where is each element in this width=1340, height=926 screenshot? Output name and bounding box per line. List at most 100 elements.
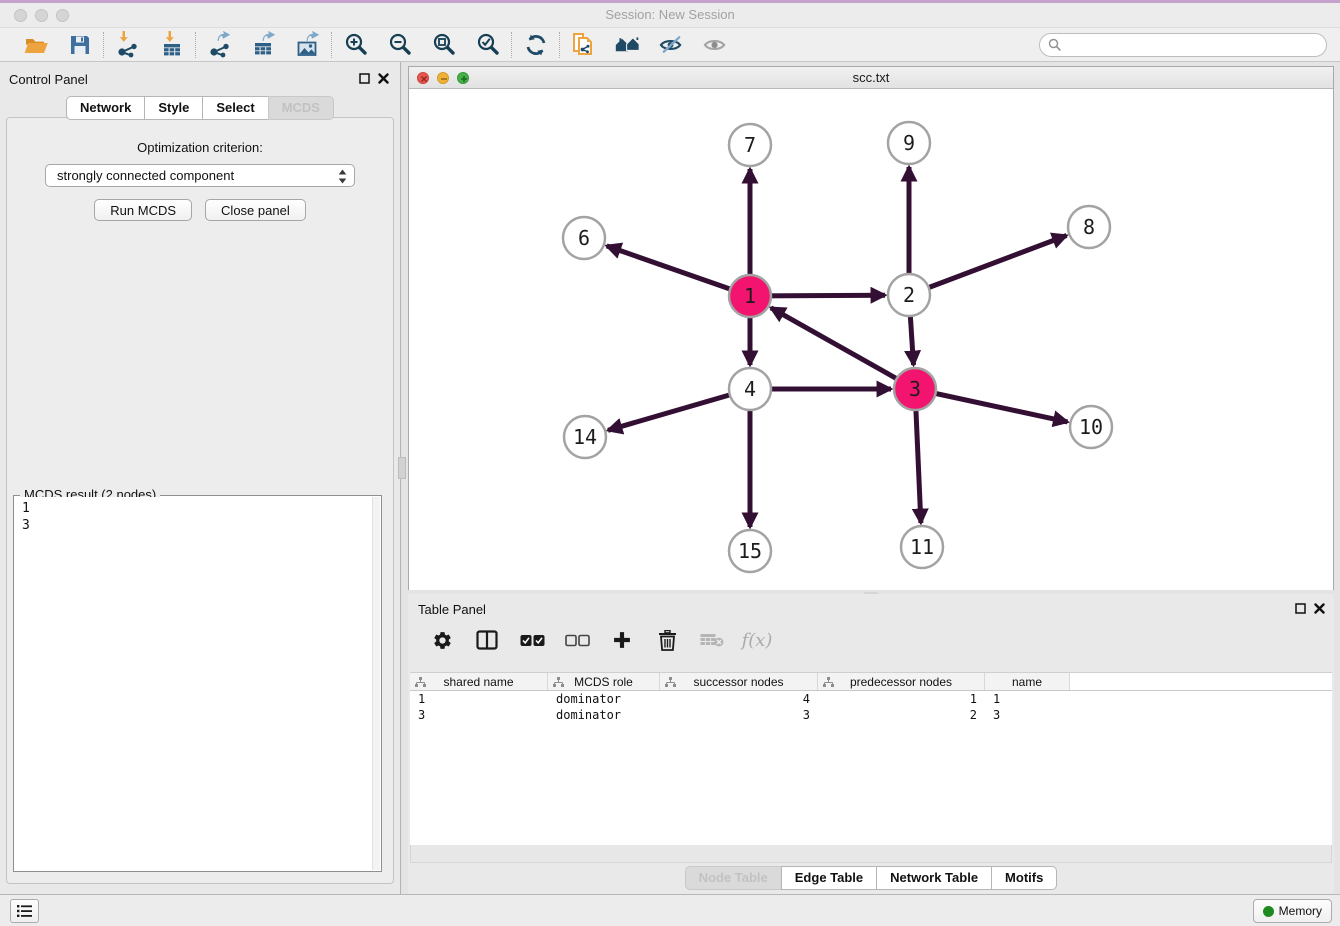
- table-cell[interactable]: 3: [410, 708, 548, 722]
- table-cell[interactable]: 1: [818, 692, 985, 706]
- graph-edge-3-10[interactable]: [915, 389, 1068, 422]
- memory-button[interactable]: Memory: [1253, 899, 1332, 923]
- close-panel-button[interactable]: Close panel: [205, 199, 306, 221]
- graph-node-15[interactable]: 15: [729, 530, 771, 572]
- table-hscrollbar[interactable]: [410, 845, 1332, 863]
- select-all-rows-button[interactable]: [518, 627, 546, 653]
- table-cell[interactable]: 1: [410, 692, 548, 706]
- deselect-all-rows-button[interactable]: [563, 627, 591, 653]
- table-cell[interactable]: 2: [818, 708, 985, 722]
- import-network-button[interactable]: [114, 31, 141, 58]
- delete-column-button[interactable]: [653, 627, 681, 653]
- control-panel-title: Control Panel: [9, 72, 88, 87]
- tab-network-table[interactable]: Network Table: [876, 866, 992, 890]
- save-session-button[interactable]: [66, 31, 93, 58]
- zoom-fit-button[interactable]: [430, 31, 457, 58]
- tab-edge-table[interactable]: Edge Table: [781, 866, 877, 890]
- open-session-button[interactable]: [22, 31, 49, 58]
- optimization-criterion-select[interactable]: strongly connected component: [45, 164, 355, 187]
- memory-label: Memory: [1279, 904, 1322, 918]
- table-row[interactable]: 3dominator323: [410, 707, 1332, 723]
- vertical-splitter-handle[interactable]: [398, 457, 406, 479]
- mcds-panel: Optimization criterion: strongly connect…: [6, 117, 394, 884]
- graph-node-14[interactable]: 14: [564, 416, 606, 458]
- tab-select[interactable]: Select: [202, 96, 268, 120]
- column-header-name[interactable]: name: [985, 673, 1070, 690]
- table-cell[interactable]: 1: [985, 692, 1070, 706]
- tab-mcds[interactable]: MCDS: [268, 96, 334, 120]
- float-panel-icon[interactable]: [1295, 603, 1306, 614]
- column-header-MCDS-role[interactable]: MCDS role: [548, 673, 660, 690]
- graph-edge-3-1[interactable]: [771, 308, 915, 389]
- svg-text:2: 2: [903, 283, 915, 307]
- eye-slash-icon: [658, 32, 685, 58]
- column-header-predecessor-nodes[interactable]: predecessor nodes: [818, 673, 985, 690]
- network-window-titlebar[interactable]: scc.txt: [409, 67, 1333, 89]
- run-mcds-button[interactable]: Run MCDS: [94, 199, 192, 221]
- show-all-button[interactable]: [702, 31, 729, 58]
- clone-network-button[interactable]: [570, 31, 597, 58]
- graph-node-1[interactable]: 1: [729, 275, 771, 317]
- table-settings-button[interactable]: [428, 627, 456, 653]
- function-builder-button: f(x): [743, 627, 771, 653]
- plus-icon: [612, 630, 632, 650]
- select-all-icon: [520, 634, 545, 647]
- memory-status-dot: [1263, 906, 1274, 917]
- import-network-icon: [114, 31, 141, 58]
- graph-node-2[interactable]: 2: [888, 274, 930, 316]
- search-field-wrap: [1039, 33, 1327, 57]
- result-scrollbar[interactable]: [372, 497, 380, 870]
- search-input[interactable]: [1039, 33, 1327, 57]
- save-disk-icon: [68, 33, 92, 57]
- graph-node-9[interactable]: 9: [888, 122, 930, 164]
- refresh-layout-button[interactable]: [522, 31, 549, 58]
- graph-node-10[interactable]: 10: [1070, 406, 1112, 448]
- close-panel-icon[interactable]: [1314, 603, 1325, 614]
- table-cell[interactable]: 3: [985, 708, 1070, 722]
- export-network-button[interactable]: [206, 31, 233, 58]
- graph-node-3[interactable]: 3: [894, 368, 936, 410]
- zoom-in-icon: [343, 32, 369, 58]
- graph-edge-2-8[interactable]: [909, 236, 1067, 296]
- node-table: shared nameMCDS rolesuccessor nodesprede…: [410, 672, 1332, 845]
- zoom-selected-button[interactable]: [474, 31, 501, 58]
- graph-node-7[interactable]: 7: [729, 124, 771, 166]
- network-graph[interactable]: 7 9 6 8 1 2 4 3 14 10 15 11: [409, 89, 1333, 590]
- table-cell[interactable]: 3: [660, 708, 818, 722]
- table-row[interactable]: 1dominator411: [410, 691, 1332, 707]
- main-titlebar: Session: New Session: [0, 3, 1340, 28]
- graph-node-8[interactable]: 8: [1068, 206, 1110, 248]
- table-cell[interactable]: dominator: [548, 708, 660, 722]
- hide-selected-button[interactable]: [658, 31, 685, 58]
- session-title: Session: New Session: [0, 7, 1340, 22]
- tab-node-table[interactable]: Node Table: [685, 866, 782, 890]
- graph-node-6[interactable]: 6: [563, 217, 605, 259]
- graph-edge-1-6[interactable]: [607, 246, 750, 296]
- svg-text:1: 1: [744, 284, 756, 308]
- selected-option-label: strongly connected component: [57, 168, 234, 183]
- search-icon: [1048, 38, 1062, 52]
- table-cell[interactable]: 4: [660, 692, 818, 706]
- control-panel-tabs: NetworkStyleSelectMCDS: [0, 96, 400, 120]
- table-cell[interactable]: dominator: [548, 692, 660, 706]
- add-column-button[interactable]: [608, 627, 636, 653]
- tab-motifs[interactable]: Motifs: [991, 866, 1057, 890]
- mcds-result-text[interactable]: 1 3: [15, 497, 372, 870]
- zoom-in-button[interactable]: [342, 31, 369, 58]
- import-table-button[interactable]: [158, 31, 185, 58]
- graph-node-4[interactable]: 4: [729, 368, 771, 410]
- tab-style[interactable]: Style: [144, 96, 203, 120]
- graph-node-11[interactable]: 11: [901, 526, 943, 568]
- task-history-button[interactable]: [10, 899, 39, 923]
- export-table-button[interactable]: [250, 31, 277, 58]
- home-neighbors-button[interactable]: [614, 31, 641, 58]
- column-header-successor-nodes[interactable]: successor nodes: [660, 673, 818, 690]
- export-image-button[interactable]: [294, 31, 321, 58]
- zoom-out-button[interactable]: [386, 31, 413, 58]
- toggle-split-view-button[interactable]: [473, 627, 501, 653]
- open-folder-icon: [23, 32, 49, 58]
- column-header-shared-name[interactable]: shared name: [410, 673, 548, 690]
- float-panel-icon[interactable]: [359, 73, 370, 84]
- tab-network[interactable]: Network: [66, 96, 145, 120]
- close-panel-icon[interactable]: [378, 73, 389, 84]
